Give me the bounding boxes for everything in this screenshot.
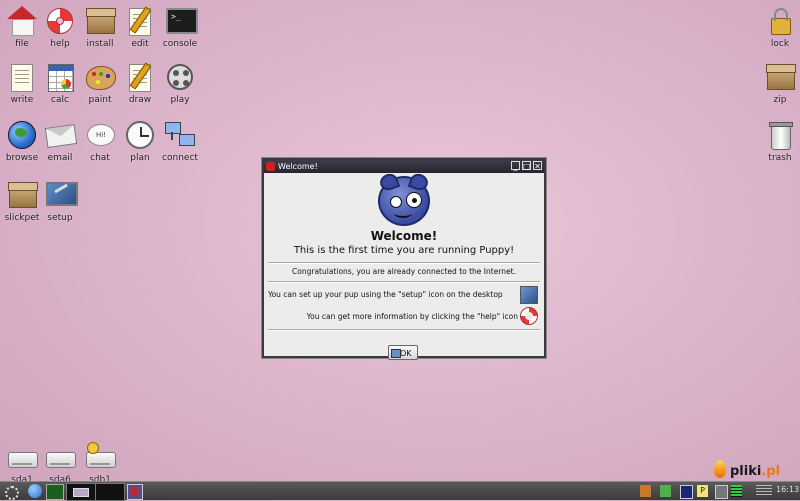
desktop-icon-label: help [50, 39, 70, 49]
desktop-icon-zip[interactable]: zip [758, 62, 800, 106]
envelope-icon [44, 120, 78, 150]
maximize-button[interactable]: □ [522, 161, 531, 171]
archive-icon [765, 62, 796, 92]
close-button[interactable]: ✕ [533, 161, 542, 171]
desktop-icon-console[interactable]: console [158, 6, 202, 50]
monitor-icon [45, 180, 78, 210]
network-icon [165, 120, 195, 150]
package-icon [7, 180, 38, 210]
setup-monitor-icon [520, 286, 538, 304]
watermark-logo: pliki.pl [730, 464, 780, 479]
desktop-icon-label: install [86, 39, 114, 49]
tray-volume-icon[interactable] [756, 485, 772, 497]
drive-icon-sdb1[interactable]: sdb1 [78, 442, 122, 486]
desktop-icon-email[interactable]: email [38, 120, 82, 164]
connected-message: Congratulations, you are already connect… [292, 267, 516, 276]
desktop-icon-label: chat [90, 153, 110, 163]
desktop-icon-draw[interactable]: draw [118, 62, 162, 106]
desktop-icon-calc[interactable]: calc [38, 62, 82, 106]
desktop-icon-connect[interactable]: connect [158, 120, 202, 164]
minimize-button[interactable]: _ [511, 161, 520, 171]
palette-icon [85, 62, 116, 92]
globe-icon [7, 120, 37, 150]
package-icon [85, 6, 116, 36]
clock-icon [125, 120, 155, 150]
desktop-icon-label: connect [162, 153, 198, 163]
taskbar-item-welcome[interactable] [127, 484, 143, 500]
ok-icon [391, 349, 401, 358]
desktop-icon-label: lock [770, 39, 790, 49]
dialog-window-title: Welcome! [278, 162, 318, 171]
puppy-logo-icon [377, 171, 431, 226]
watermark-flame-icon [714, 460, 726, 478]
separator [268, 262, 540, 264]
terminal-launcher-icon[interactable] [46, 484, 64, 500]
chat-bubble-icon: Hi! [85, 120, 115, 150]
drive-icon [45, 442, 76, 472]
drawing-icon [125, 62, 155, 92]
ok-button-label: OK [400, 349, 412, 358]
desktop-icon-install[interactable]: install [78, 6, 122, 50]
desktop-icon-label: play [170, 95, 190, 105]
desktop-icon-label: paint [88, 95, 112, 105]
desktop-icon-help[interactable]: help [38, 6, 82, 50]
lifebuoy-icon [45, 6, 75, 36]
workspace-2[interactable] [95, 483, 125, 501]
desktop-icon-setup[interactable]: setup [38, 180, 82, 224]
padlock-icon [765, 6, 795, 36]
tray-network-icon[interactable] [660, 485, 671, 497]
desktop-icon-play[interactable]: play [158, 62, 202, 106]
desktop-icon-trash[interactable]: trash [758, 120, 800, 164]
tray-package-icon[interactable] [640, 485, 651, 497]
drive-icon [7, 442, 38, 472]
watermark-domain: .pl [761, 464, 781, 479]
tray-cpu-meter-icon[interactable] [731, 485, 742, 497]
tray-p-icon[interactable]: P [697, 485, 708, 497]
home-icon [7, 6, 37, 36]
desktop-icon-label: calc [51, 95, 69, 105]
help-message: You can get more information by clicking… [306, 312, 518, 321]
ok-button[interactable]: OK [388, 345, 418, 360]
setup-message: You can set up your pup using the "setup… [268, 290, 503, 299]
desktop-icon-label: draw [128, 95, 152, 105]
desktop-icon-label: email [47, 153, 73, 163]
desktop-icon-label: console [162, 39, 198, 49]
desktop-icon-label: plan [130, 153, 150, 163]
desktop-icon-chat[interactable]: Hi! chat [78, 120, 122, 164]
desktop-icon-edit[interactable]: edit [118, 6, 162, 50]
browser-launcher-icon[interactable] [28, 484, 42, 498]
taskbar-clock[interactable]: 16:13 [776, 485, 799, 494]
welcome-dialog: Welcome! _ □ ✕ Welcome! This is the firs… [262, 158, 546, 360]
separator [268, 281, 540, 283]
app-icon [266, 162, 275, 171]
document-icon [7, 62, 37, 92]
trash-icon [765, 120, 795, 150]
desktop-icon-paint[interactable]: paint [78, 62, 122, 106]
separator [268, 329, 540, 331]
desktop-icon-lock[interactable]: lock [758, 6, 800, 50]
tray-monitor-icon[interactable] [715, 485, 728, 499]
dialog-subheading: This is the first time you are running P… [293, 245, 515, 256]
terminal-icon [165, 6, 198, 36]
taskbar: P 16:13 [0, 481, 800, 501]
desktop-icon-label: setup [47, 213, 73, 223]
dialog-heading: Welcome! [370, 229, 438, 243]
workspace-1[interactable] [66, 483, 96, 501]
desktop-icon-label: trash [768, 153, 792, 163]
film-reel-icon [165, 62, 195, 92]
start-menu-icon[interactable] [2, 484, 22, 500]
usb-drive-icon [85, 442, 116, 472]
dialog-titlebar[interactable]: Welcome! _ □ ✕ [264, 160, 544, 173]
drive-icon-sda6[interactable]: sda6 [38, 442, 82, 486]
watermark-text: pliki [730, 464, 762, 479]
notepad-icon [125, 6, 155, 36]
desktop-icon-label: zip [773, 95, 787, 105]
desktop-icon-plan[interactable]: plan [118, 120, 162, 164]
spreadsheet-icon [45, 62, 75, 92]
help-lifebuoy-icon [520, 307, 538, 325]
tray-storage-icon[interactable] [680, 485, 693, 499]
desktop-icon-label: edit [131, 39, 149, 49]
